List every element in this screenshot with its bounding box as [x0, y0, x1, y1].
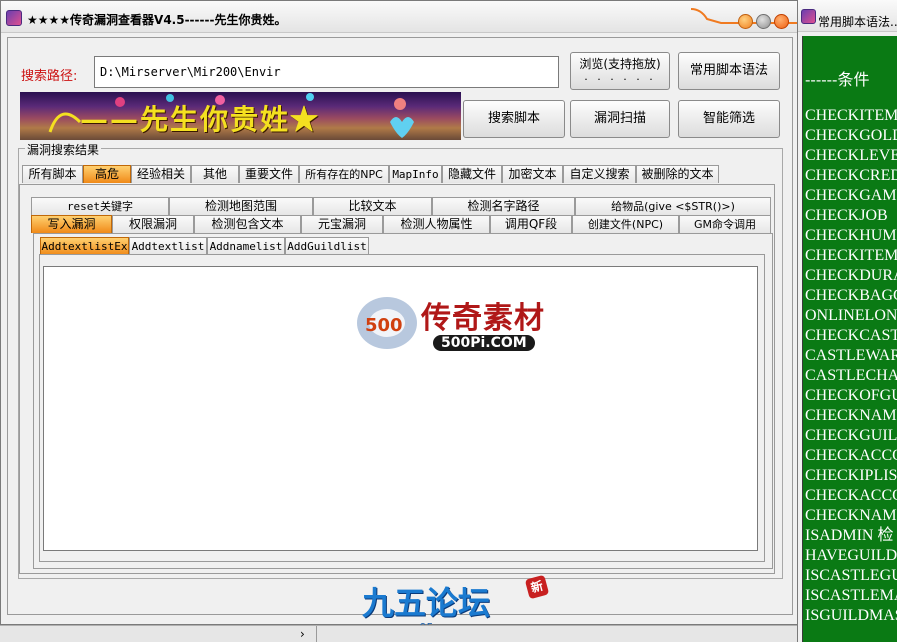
window-title: ★★★★传奇漏洞查看器V4.5------先生你贵姓。: [27, 13, 287, 27]
syntax-list-item: ISADMIN 检: [805, 527, 894, 544]
syntax-list-item: CHECKGAMEG: [805, 187, 897, 204]
main-titlebar[interactable]: ★★★★传奇漏洞查看器V4.5------先生你贵姓。: [1, 1, 811, 33]
tab-exp[interactable]: 经验相关: [131, 165, 191, 183]
tab-call-qf[interactable]: 调用QF段: [490, 215, 572, 233]
syntax-list-item: ONLINELONG: [805, 307, 897, 324]
vuln-scan-button[interactable]: 漏洞扫描: [570, 100, 670, 138]
main-window: ★★★★传奇漏洞查看器V4.5------先生你贵姓。 搜索路径: D:\Mir…: [0, 0, 811, 625]
close-button[interactable]: [774, 14, 789, 29]
syntax-list-item: CHECKHUM 地: [805, 227, 897, 244]
tabs-level1: 所有脚本 高危 经验相关 其他 重要文件 所有存在的NPC MapInfo 隐藏…: [1, 165, 801, 183]
syntax-list-item: CHECKJOB: [805, 207, 888, 224]
tabs-level3: AddtextlistEx Addtextlist Addnamelist Ad…: [1, 237, 801, 255]
tab-addnamelist[interactable]: Addnamelist: [207, 237, 285, 255]
minimize-button[interactable]: [738, 14, 753, 29]
syntax-list-item: CASTLEWARA: [805, 347, 897, 364]
tab-important-files[interactable]: 重要文件: [239, 165, 299, 183]
tab-write-vuln[interactable]: 写入漏洞: [31, 215, 112, 233]
tab-all-npc[interactable]: 所有存在的NPC: [299, 165, 389, 183]
tab-player-attrs[interactable]: 检测人物属性: [383, 215, 490, 233]
tab-all-scripts[interactable]: 所有脚本: [22, 165, 83, 183]
banner-image: ——先生你贵姓★: [20, 92, 461, 140]
tab-create-file[interactable]: 创建文件(NPC): [572, 215, 679, 233]
tab-permission-vuln[interactable]: 权限漏洞: [112, 215, 194, 233]
search-path-label: 搜索路径:: [21, 69, 78, 84]
syntax-button[interactable]: 常用脚本语法: [678, 52, 780, 90]
syntax-window-title: 常用脚本语法...: [818, 15, 897, 29]
results-group-label: 漏洞搜索结果: [25, 141, 102, 158]
syntax-titlebar[interactable]: 常用脚本语法...: [798, 0, 897, 32]
footer-logo-text: 九五论坛: [362, 584, 491, 622]
tab-give-item[interactable]: 给物品(give <$STR()>): [575, 197, 771, 215]
syntax-app-icon: [801, 9, 816, 24]
smart-filter-button[interactable]: 智能筛选: [678, 100, 780, 138]
tab-contains-text[interactable]: 检测包含文本: [194, 215, 301, 233]
tab-name-path[interactable]: 检测名字路径: [432, 197, 575, 215]
syntax-list-item: CHECKLEVEL: [805, 147, 897, 164]
watermark-swirl-icon: 500: [357, 297, 417, 349]
browse-button[interactable]: 浏览(支持拖放) · · · · · ·: [570, 52, 670, 90]
syntax-list-item: CHECKOFGUI: [805, 387, 897, 404]
syntax-list-item: ISCASTLEMA: [805, 587, 897, 604]
background-window-strip: ›: [0, 625, 800, 642]
browse-button-label: 浏览(支持拖放): [579, 57, 661, 71]
watermark-text: 传奇素材: [421, 301, 545, 336]
syntax-list-item: ISGUILDMAS: [805, 607, 897, 624]
tab-other[interactable]: 其他: [191, 165, 239, 183]
syntax-list-item: CHECKACCOU: [805, 447, 897, 464]
syntax-list-item: CHECKBAGGA: [805, 287, 897, 304]
watermark-logo: 500 传奇素材 500Pi.COM: [351, 289, 561, 359]
search-script-button[interactable]: 搜索脚本: [463, 100, 565, 138]
tabs-level2-row1: reset关键字 检测地图范围 比较文本 检测名字路径 给物品(give <$S…: [1, 197, 801, 215]
syntax-list-item: CHECKITEMW: [805, 247, 897, 264]
syntax-list-item: CASTLECHAN: [805, 367, 897, 384]
tab-encrypted-text[interactable]: 加密文本: [502, 165, 563, 183]
syntax-window: 常用脚本语法... ------条件 CHECKITEM 检CHECKGOLDC…: [797, 0, 897, 642]
syntax-text-area[interactable]: ------条件 CHECKITEM 检CHECKGOLDCHECKLEVELC…: [802, 36, 897, 642]
tab-map-range[interactable]: 检测地图范围: [169, 197, 313, 215]
syntax-list-item: CHECKIPLIS: [805, 467, 897, 484]
app-icon: [6, 10, 22, 26]
syntax-list-item: CHECKCREDIT: [805, 167, 897, 184]
syntax-section-header: ------条件: [805, 70, 870, 89]
syntax-list-item: CHECKCASTL: [805, 327, 897, 344]
tab-high-risk[interactable]: 高危: [83, 165, 131, 183]
chevron-right-icon[interactable]: ›: [300, 627, 305, 641]
syntax-list-item: ISCASTLEGU: [805, 567, 897, 584]
svg-text:500: 500: [365, 315, 403, 336]
syntax-list: CHECKITEM 检 CHECKGOLD CHECKLEVEL CHECKCREDI…: [805, 106, 897, 626]
tab-reset-keyword[interactable]: reset关键字: [31, 197, 169, 215]
syntax-list-item: CHECKDURA: [805, 267, 897, 284]
tab-deleted-text[interactable]: 被删除的文本: [636, 165, 719, 183]
syntax-list-item: CHECKNAMEI: [805, 407, 897, 424]
tab-hidden-files[interactable]: 隐藏文件: [442, 165, 502, 183]
banner-text: ——先生你贵姓★: [80, 103, 321, 136]
syntax-list-item: CHECKNAMEL: [805, 507, 897, 524]
syntax-list-item: CHECKACCOU: [805, 487, 897, 504]
tab-addguildlist[interactable]: AddGuildlist: [285, 237, 369, 255]
divider: [316, 626, 317, 642]
tab-compare-text[interactable]: 比较文本: [313, 197, 432, 215]
search-path-input[interactable]: D:\Mirserver\Mir200\Envir: [94, 56, 559, 88]
tab-mapinfo[interactable]: MapInfo: [389, 165, 442, 183]
syntax-list-item: CHECKGUILI: [805, 427, 897, 444]
tab-custom-search[interactable]: 自定义搜索: [563, 165, 636, 183]
tab-gm-command[interactable]: GM命令调用: [679, 215, 771, 233]
maximize-button[interactable]: [756, 14, 771, 29]
syntax-list-item: HAVEGUILD: [805, 547, 897, 564]
watermark-site: 500Pi.COM: [433, 335, 535, 351]
tabs-level2-row2: 写入漏洞 权限漏洞 检测包含文本 元宝漏洞 检测人物属性 调用QF段 创建文件(…: [1, 215, 801, 233]
syntax-list-item: CHECKITEM 检: [805, 107, 897, 124]
browse-button-dots: · · · · · ·: [584, 73, 656, 86]
tab-yuanbao-vuln[interactable]: 元宝漏洞: [301, 215, 383, 233]
tab-addtextlist[interactable]: Addtextlist: [129, 237, 207, 255]
syntax-list-item: CHECKGOLD: [805, 127, 897, 144]
tab-addtextlistex[interactable]: AddtextlistEx: [40, 237, 129, 255]
